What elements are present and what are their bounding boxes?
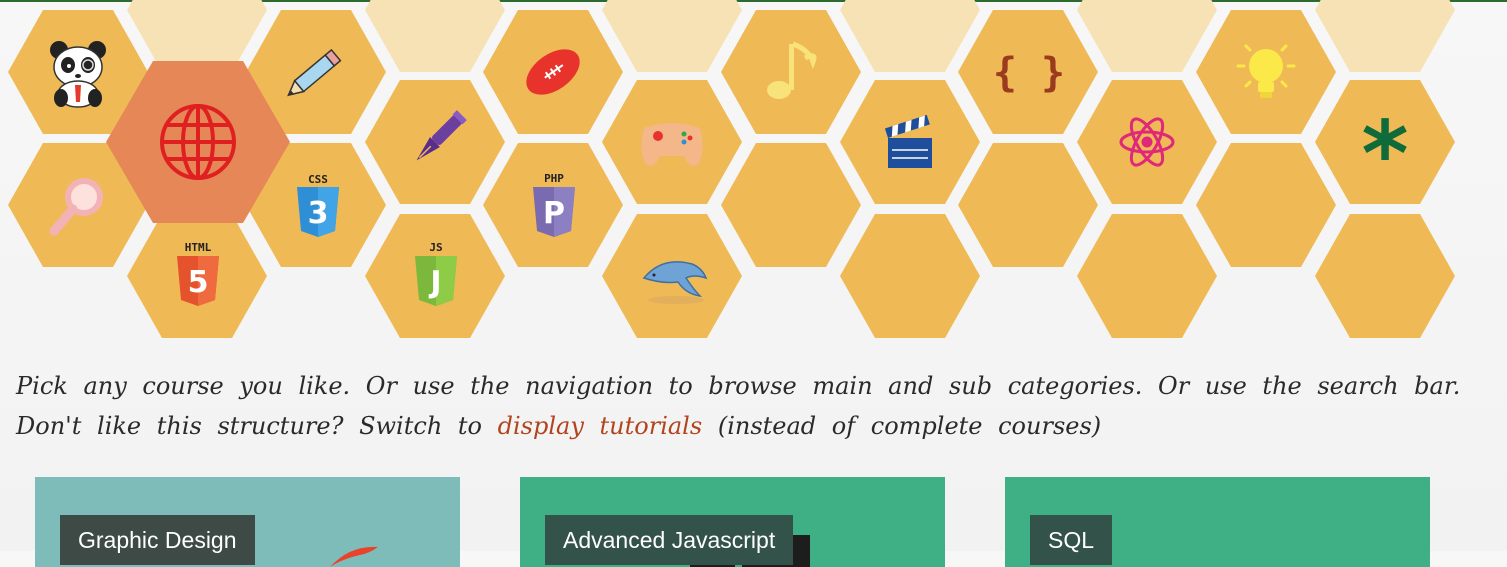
hex-category-blank[interactable] xyxy=(958,143,1098,267)
html-label: HTML xyxy=(185,241,212,254)
hex-category-blank[interactable] xyxy=(1196,143,1336,267)
js-glyph: J xyxy=(428,265,441,300)
hex-category-blank[interactable] xyxy=(1077,214,1217,338)
hex-empty xyxy=(365,0,505,72)
hex-empty xyxy=(1315,0,1455,72)
php-label: PHP xyxy=(544,172,564,185)
panda-icon xyxy=(50,41,106,108)
asterisk-icon: * xyxy=(1361,102,1408,207)
card-image-block xyxy=(792,535,810,567)
hex-category-blank[interactable] xyxy=(721,143,861,267)
category-honeycomb: CSS 3 HTML 5 JS J PHP P {} * xyxy=(0,0,1507,345)
hex-category-blank[interactable] xyxy=(1315,214,1455,338)
hex-category-blank[interactable] xyxy=(840,214,980,338)
intro-line-2-end: (instead of complete courses) xyxy=(717,412,1102,440)
php-glyph: P xyxy=(543,196,565,231)
brush-stroke-icon xyxy=(330,546,378,567)
course-card-title: Graphic Design xyxy=(60,515,255,565)
css-glyph: 3 xyxy=(308,196,329,231)
hex-empty xyxy=(840,0,980,72)
course-card-sql[interactable]: SQL xyxy=(1005,477,1430,567)
course-card-title: SQL xyxy=(1030,515,1113,565)
globe-icon xyxy=(160,104,236,180)
braces-icon: { } xyxy=(993,50,1065,96)
hex-empty xyxy=(602,0,742,72)
intro-line-1: Pick any course you like. Or use the nav… xyxy=(16,372,1461,400)
js-label: JS xyxy=(429,241,442,254)
intro-line-2-start: Don't like this structure? Switch to xyxy=(16,412,482,440)
course-card-advanced-javascript[interactable]: Advanced Javascript xyxy=(520,477,945,567)
course-card-graphic-design[interactable]: Graphic Design xyxy=(35,477,460,567)
hex-empty xyxy=(1077,0,1217,72)
intro-text: Pick any course you like. Or use the nav… xyxy=(16,366,1496,446)
html-glyph: 5 xyxy=(188,265,209,300)
css-label: CSS xyxy=(308,173,328,186)
intro-line-2: Don't like this structure? Switch to dis… xyxy=(16,406,1496,446)
display-tutorials-link[interactable]: display tutorials xyxy=(498,412,703,440)
course-card-title: Advanced Javascript xyxy=(545,515,794,565)
